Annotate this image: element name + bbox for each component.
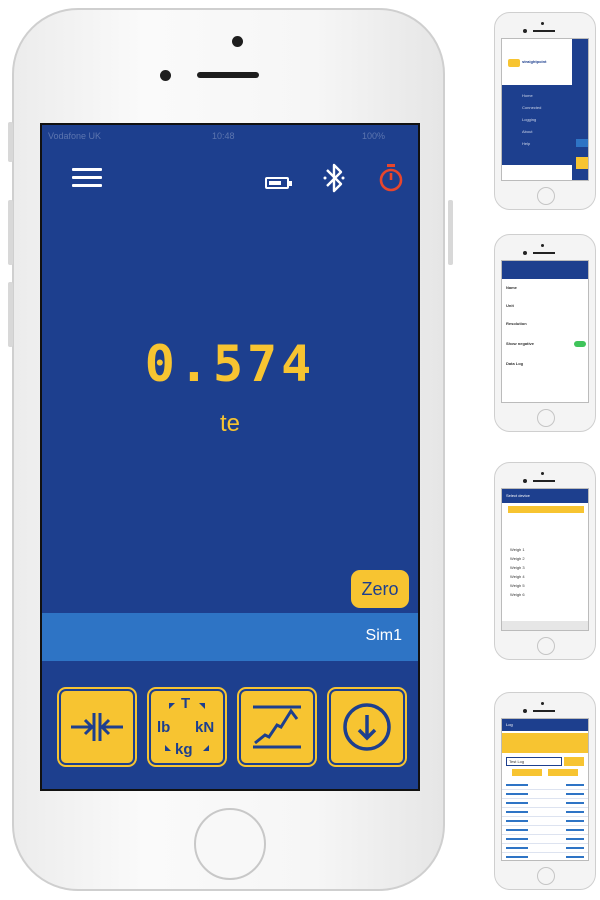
power-button [448, 200, 453, 265]
carrier-label: Vodafone UK [48, 131, 102, 141]
battery-icon [265, 177, 292, 189]
log-action-right[interactable] [548, 769, 578, 776]
proximity-sensor [160, 70, 171, 81]
device-row-3[interactable]: Weigh 3 [510, 565, 525, 570]
log-row[interactable] [502, 853, 588, 860]
log-header: Log [506, 722, 513, 727]
setting-row-negative[interactable]: Show negative [506, 341, 534, 346]
status-bar: Vodafone UK 10:48 100% [42, 125, 418, 147]
tare-button[interactable] [57, 687, 137, 767]
thumbnail-settings-screen: Name Unit Resolution Show negative Data … [501, 260, 589, 403]
menu-item-about[interactable]: About [522, 129, 532, 134]
app-screen: Vodafone UK 10:48 100% 0.574 te Zero Sim… [40, 123, 420, 791]
earpiece-speaker [197, 72, 259, 78]
peak-hold-icon [253, 705, 301, 749]
log-row[interactable] [502, 790, 588, 799]
device-name: Sim1 [365, 627, 402, 644]
log-list [502, 781, 588, 860]
download-icon [343, 703, 391, 751]
unit-label: te [219, 410, 240, 437]
setting-row-unit[interactable]: Unit [506, 303, 514, 308]
thumbnail-home-button [537, 409, 555, 427]
thumbnail-settings-phone: Name Unit Resolution Show negative Data … [494, 234, 596, 432]
log-row[interactable] [502, 826, 588, 835]
log-name-value: Test Log [509, 759, 525, 764]
brand-label: straightpoint [522, 59, 547, 64]
thumbnail-log-screen: Log Test Log [501, 718, 589, 861]
device-row-2[interactable]: Weigh 2 [510, 556, 525, 561]
thumbnail-home-button [537, 187, 555, 205]
thumbnail-devices-screen: Select device Weigh 1 Weigh 2 Weigh 3 We… [501, 488, 589, 631]
thumbnail-menu-phone: straightpoint Home Connected Logging Abo… [494, 12, 596, 210]
tare-icon [71, 713, 123, 741]
menu-item-home[interactable]: Home [522, 93, 533, 98]
setting-row-datalog[interactable]: Data Log [506, 361, 523, 366]
menu-item-help[interactable]: Help [522, 141, 530, 146]
timer-icon[interactable] [378, 163, 404, 193]
battery-percent-label: 100% [362, 131, 386, 141]
devices-header: Select device [506, 493, 530, 498]
home-button[interactable] [194, 808, 266, 880]
negative-toggle[interactable] [574, 341, 586, 347]
units-button[interactable]: T lb kN kg [147, 687, 227, 767]
log-row[interactable] [502, 799, 588, 808]
log-row[interactable] [502, 844, 588, 853]
thumbnail-home-button [537, 637, 555, 655]
device-row-1[interactable]: Weigh 1 [510, 547, 525, 552]
zero-button[interactable]: Zero [351, 570, 409, 608]
log-action-left[interactable] [512, 769, 542, 776]
log-row[interactable] [502, 817, 588, 826]
log-start-button[interactable] [564, 757, 584, 766]
device-row-5[interactable]: Weigh 5 [510, 583, 525, 588]
volume-down-button [8, 282, 13, 347]
menu-item-logging[interactable]: Logging [522, 117, 536, 122]
thumbnail-home-button [537, 867, 555, 885]
log-name-input[interactable]: Test Log [506, 757, 562, 766]
mute-switch [8, 122, 13, 162]
peak-hold-button[interactable] [237, 687, 317, 767]
log-row[interactable] [502, 781, 588, 790]
device-row-6[interactable]: Weigh 6 [510, 592, 525, 597]
menu-item-connected[interactable]: Connected [522, 105, 541, 110]
menu-icon[interactable] [72, 168, 102, 188]
load-reading: 0.574 [144, 335, 316, 393]
log-row[interactable] [502, 808, 588, 817]
setting-row-name[interactable]: Name [506, 285, 517, 290]
thumbnail-menu-screen: straightpoint Home Connected Logging Abo… [501, 38, 589, 181]
clock-label: 10:48 [212, 131, 235, 141]
device-row-4[interactable]: Weigh 4 [510, 574, 525, 579]
download-button[interactable] [327, 687, 407, 767]
volume-up-button [8, 200, 13, 265]
device-bar[interactable]: Sim1 [42, 613, 418, 661]
setting-row-resolution[interactable]: Resolution [506, 321, 527, 326]
units-arrows-icon [165, 703, 209, 751]
bluetooth-icon[interactable] [322, 161, 346, 195]
log-row[interactable] [502, 835, 588, 844]
thumbnail-devices-phone: Select device Weigh 1 Weigh 2 Weigh 3 We… [494, 462, 596, 660]
thumbnail-log-phone: Log Test Log [494, 692, 596, 890]
front-camera [232, 36, 243, 47]
